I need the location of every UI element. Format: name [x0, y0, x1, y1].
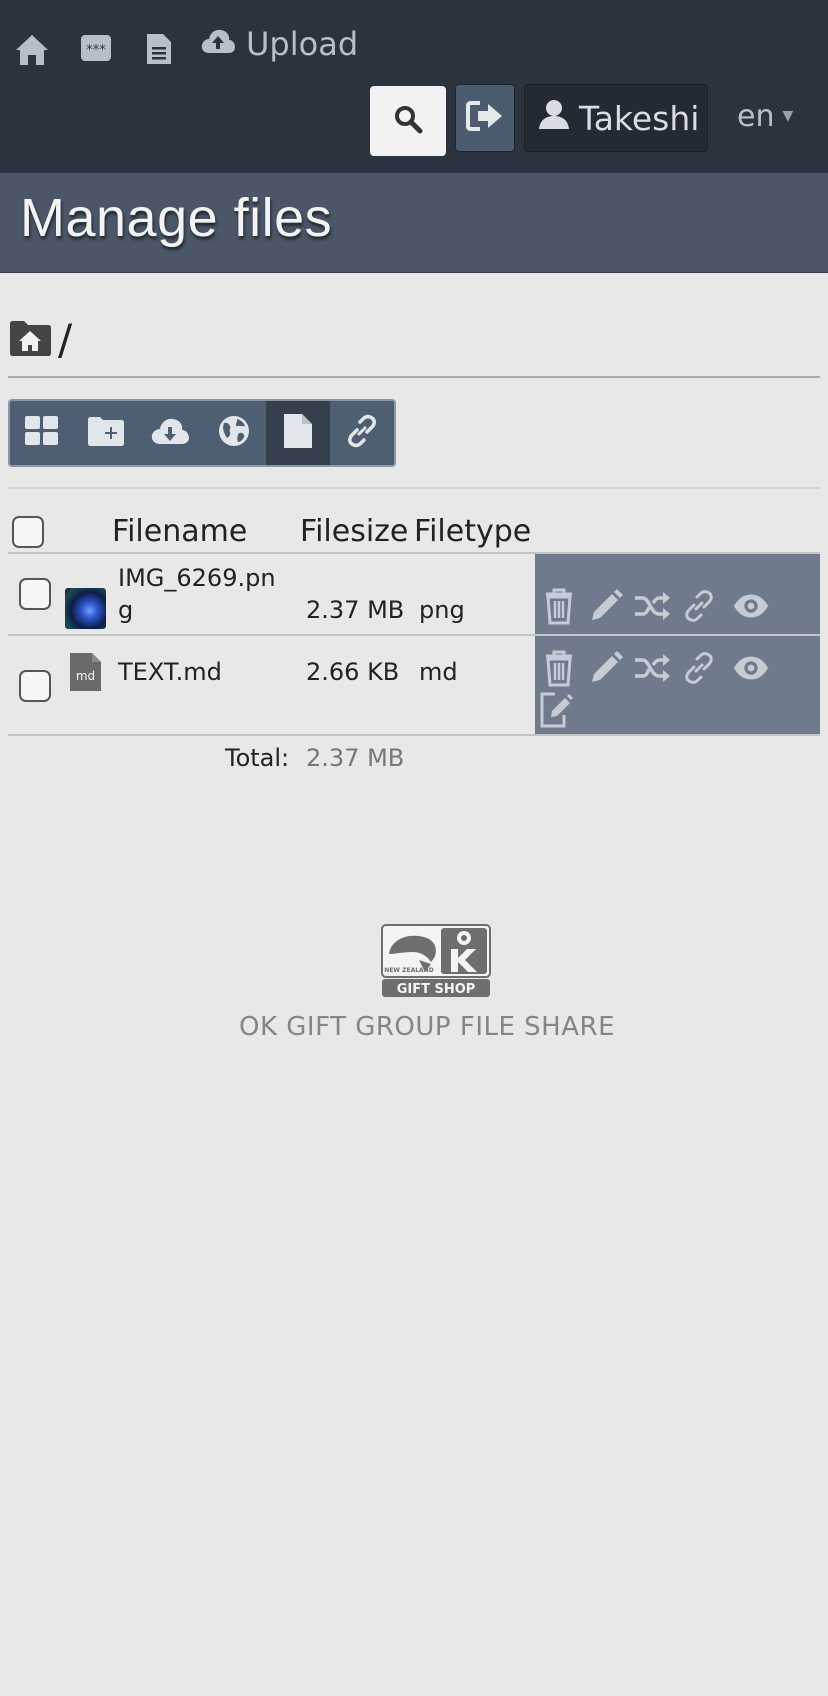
file-size: 2.66 KB: [306, 658, 400, 686]
svg-text:***: ***: [86, 43, 106, 58]
file-type: md: [419, 658, 458, 686]
row-checkbox[interactable]: [19, 670, 51, 702]
filetype-header[interactable]: Filetype: [414, 514, 531, 549]
image-thumbnail[interactable]: [65, 588, 106, 629]
footer-text: OK GIFT GROUP FILE SHARE: [238, 1012, 616, 1042]
eye-icon[interactable]: [732, 587, 770, 625]
page-header: Manage files: [0, 173, 828, 273]
filesize-header[interactable]: Filesize: [300, 514, 408, 549]
grid-view-button[interactable]: [10, 401, 74, 465]
edit-file-icon[interactable]: [537, 691, 575, 729]
filename-header[interactable]: Filename: [112, 514, 247, 549]
language-select[interactable]: en ▼: [737, 94, 793, 138]
pencil-icon[interactable]: [587, 587, 625, 625]
language-value: en: [737, 98, 775, 134]
upload-label: Upload: [246, 25, 359, 63]
md-file-icon[interactable]: md: [69, 652, 102, 692]
trash-icon[interactable]: [540, 649, 578, 687]
file-name-line2[interactable]: g: [118, 596, 133, 624]
row-actions: [535, 554, 820, 634]
table-row: IMG_6269.pn g 2.37 MB png: [8, 554, 820, 636]
file-name[interactable]: TEXT.md: [118, 658, 222, 686]
row-checkbox[interactable]: [19, 578, 51, 610]
download-button[interactable]: [138, 401, 202, 465]
total-label: Total:: [225, 744, 290, 772]
new-folder-button[interactable]: [74, 401, 138, 465]
logout-icon: [466, 100, 504, 136]
file-toolbar: [8, 399, 396, 467]
new-folder-icon: [86, 415, 126, 451]
eye-icon[interactable]: [732, 649, 770, 687]
logout-button[interactable]: [455, 84, 515, 152]
password-icon[interactable]: ***: [78, 30, 114, 66]
grid-view-icon: [24, 415, 60, 451]
link-icon[interactable]: [680, 649, 718, 687]
svg-text:md: md: [76, 669, 95, 683]
upload-link[interactable]: Upload: [200, 20, 358, 68]
pencil-icon[interactable]: [587, 649, 625, 687]
svg-text:NEW ZEALAND: NEW ZEALAND: [384, 967, 433, 974]
link-icon[interactable]: [680, 587, 718, 625]
public-link-button[interactable]: [202, 401, 266, 465]
total-value: 2.37 MB: [306, 744, 405, 772]
file-table-header: Filename Filesize Filetype: [8, 508, 820, 554]
home-icon[interactable]: [12, 30, 52, 70]
file-name-line1[interactable]: IMG_6269.pn: [118, 564, 276, 592]
page-title: Manage files: [20, 188, 333, 248]
top-navbar: *** Upload Takeshi en ▼: [0, 0, 828, 173]
caret-down-icon: ▼: [782, 108, 794, 124]
search-icon: [393, 104, 423, 138]
file-icon: [282, 412, 314, 454]
document-icon[interactable]: [143, 30, 175, 68]
link-button[interactable]: [330, 401, 394, 465]
user-menu-button[interactable]: Takeshi: [524, 84, 708, 152]
svg-text:GIFT SHOP: GIFT SHOP: [397, 982, 476, 997]
cloud-upload-icon: [200, 25, 236, 63]
shuffle-icon[interactable]: [633, 649, 671, 687]
file-type: png: [419, 596, 465, 624]
user-icon: [537, 97, 571, 139]
link-icon: [345, 414, 379, 452]
file-view-button[interactable]: [266, 401, 330, 465]
row-actions: [535, 636, 820, 734]
breadcrumb: /: [8, 318, 820, 378]
folder-home-icon[interactable]: [8, 318, 54, 362]
user-name: Takeshi: [579, 98, 700, 138]
breadcrumb-separator: /: [58, 315, 73, 364]
globe-icon: [217, 414, 251, 452]
gift-shop-logo: NEW ZEALAND GIFT SHOP: [381, 924, 491, 998]
table-row: md TEXT.md 2.66 KB md: [8, 636, 820, 736]
file-size: 2.37 MB: [306, 596, 405, 624]
toolbar-divider: [8, 487, 820, 489]
shuffle-icon[interactable]: [633, 587, 671, 625]
search-button[interactable]: [370, 86, 446, 156]
trash-icon[interactable]: [540, 587, 578, 625]
select-all-checkbox[interactable]: [12, 516, 44, 548]
cloud-download-icon: [150, 416, 190, 450]
